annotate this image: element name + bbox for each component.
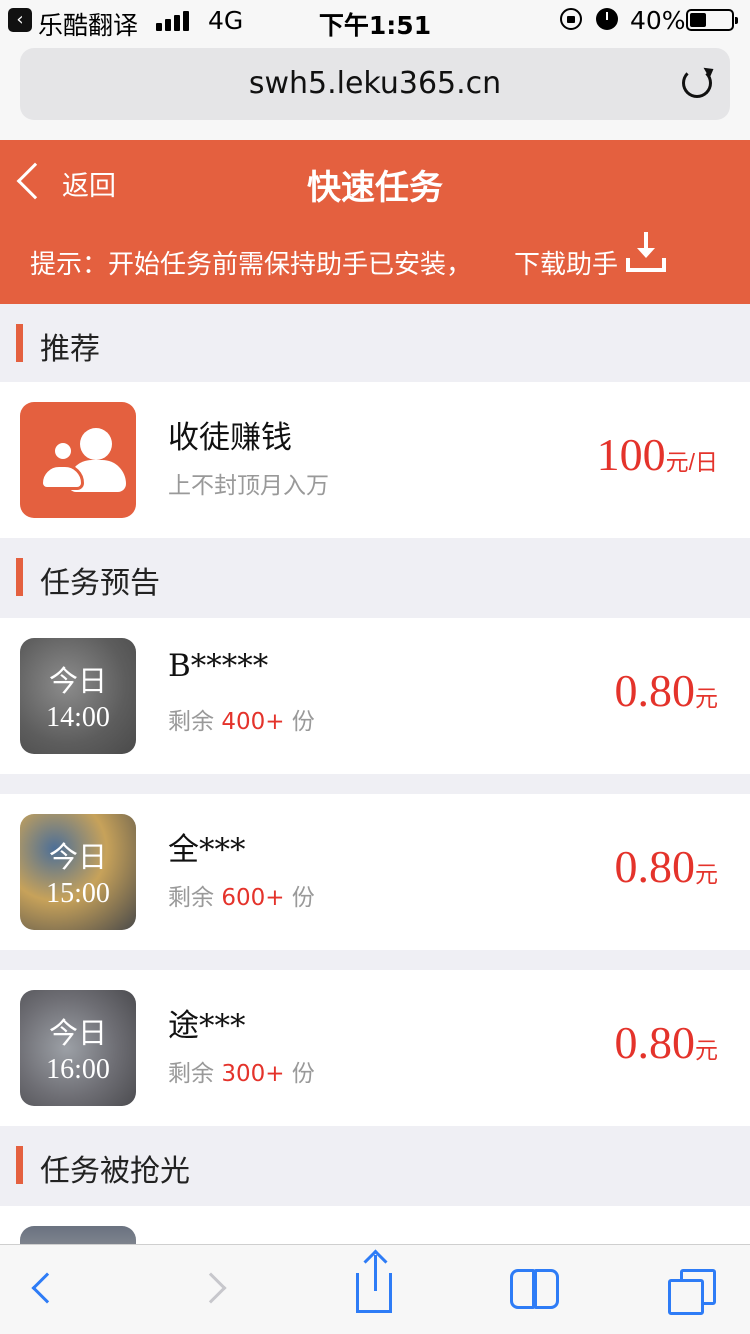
- status-bar: ‹ 乐酷翻译 4G 下午1:51 40%: [0, 0, 750, 40]
- remaining-count: 600+: [221, 885, 285, 911]
- task-row[interactable]: 今日 15:00 全*** 剩余 600+ 份 0.80元: [0, 794, 750, 950]
- task-name: 收徒赚钱: [168, 420, 292, 456]
- download-icon[interactable]: [626, 232, 666, 272]
- task-day: 今日: [48, 1016, 107, 1050]
- task-start-time: 16:00: [46, 1054, 110, 1085]
- section-title: 任务预告: [40, 566, 160, 601]
- task-start-time: 14:00: [46, 702, 110, 733]
- recommended-task-row[interactable]: 收徒赚钱 上不封顶月入万 100元/日: [0, 382, 750, 538]
- download-helper-link[interactable]: 下载助手: [514, 244, 618, 281]
- task-thumbnail: 今日 15:00: [20, 814, 136, 930]
- section-accent-bar: [16, 558, 23, 596]
- url-text[interactable]: swh5.leku365.cn: [20, 66, 730, 101]
- task-name: 途***: [168, 1008, 246, 1044]
- task-subtitle: 上不封顶月入万: [168, 473, 329, 499]
- task-name: 全***: [168, 832, 246, 868]
- task-row[interactable]: 今日 14:00 B***** 剩余 400+ 份 0.80元: [0, 618, 750, 774]
- orientation-lock-icon: [560, 8, 582, 30]
- task-remaining: 剩余 400+ 份: [168, 709, 315, 735]
- share-icon[interactable]: [356, 1255, 392, 1313]
- browser-forward-icon: [195, 1272, 227, 1304]
- reload-icon[interactable]: [682, 68, 712, 98]
- remaining-count: 400+: [221, 709, 285, 735]
- task-reward: 0.80元: [615, 1016, 719, 1069]
- reward-amount: 100: [596, 429, 666, 480]
- task-remaining: 剩余 300+ 份: [168, 1061, 315, 1087]
- page-header: 返回 快速任务 提示：开始任务前需保持助手已安装， 下载助手: [0, 140, 750, 304]
- people-icon: [20, 402, 136, 518]
- reward-unit: 元: [695, 1037, 718, 1063]
- section-header-recommended: 推荐: [0, 304, 750, 382]
- task-row[interactable]: 今日 16:00 途*** 剩余 300+ 份 0.80元: [0, 970, 750, 1126]
- battery-icon: [686, 9, 738, 31]
- section-title: 推荐: [40, 332, 100, 367]
- address-bar[interactable]: swh5.leku365.cn: [20, 48, 730, 120]
- section-title: 任务被抢光: [40, 1154, 190, 1189]
- reward-amount: 0.80: [614, 665, 696, 716]
- task-reward: 100元/日: [597, 428, 718, 481]
- section-accent-bar: [16, 1146, 23, 1184]
- task-name: B*****: [168, 648, 269, 684]
- alarm-icon: [596, 8, 618, 30]
- reward-amount: 0.80: [614, 841, 696, 892]
- task-day: 今日: [48, 664, 107, 698]
- task-day: 今日: [48, 840, 107, 874]
- tabs-icon[interactable]: [668, 1269, 718, 1317]
- bookmarks-icon[interactable]: [510, 1269, 560, 1313]
- section-header-sold-out: 任务被抢光: [0, 1126, 750, 1204]
- reward-unit: 元: [695, 685, 718, 711]
- task-reward: 0.80元: [615, 664, 719, 717]
- section-accent-bar: [16, 324, 23, 362]
- task-reward: 0.80元: [615, 840, 719, 893]
- reward-unit: 元/日: [665, 449, 718, 475]
- battery-percent: 40%: [630, 6, 686, 35]
- task-start-time: 15:00: [46, 878, 110, 909]
- reward-unit: 元: [695, 861, 718, 887]
- task-remaining: 剩余 600+ 份: [168, 885, 315, 911]
- task-thumbnail: 今日 16:00: [20, 990, 136, 1106]
- browser-back-icon[interactable]: [31, 1272, 63, 1304]
- browser-toolbar: [0, 1244, 750, 1334]
- reward-amount: 0.80: [614, 1017, 696, 1068]
- remaining-count: 300+: [221, 1061, 285, 1087]
- section-header-preview: 任务预告: [0, 538, 750, 616]
- install-tip: 提示：开始任务前需保持助手已安装，: [30, 250, 473, 280]
- task-thumbnail: 今日 14:00: [20, 638, 136, 754]
- page-title: 快速任务: [307, 168, 443, 208]
- address-bar-area: swh5.leku365.cn: [0, 40, 750, 140]
